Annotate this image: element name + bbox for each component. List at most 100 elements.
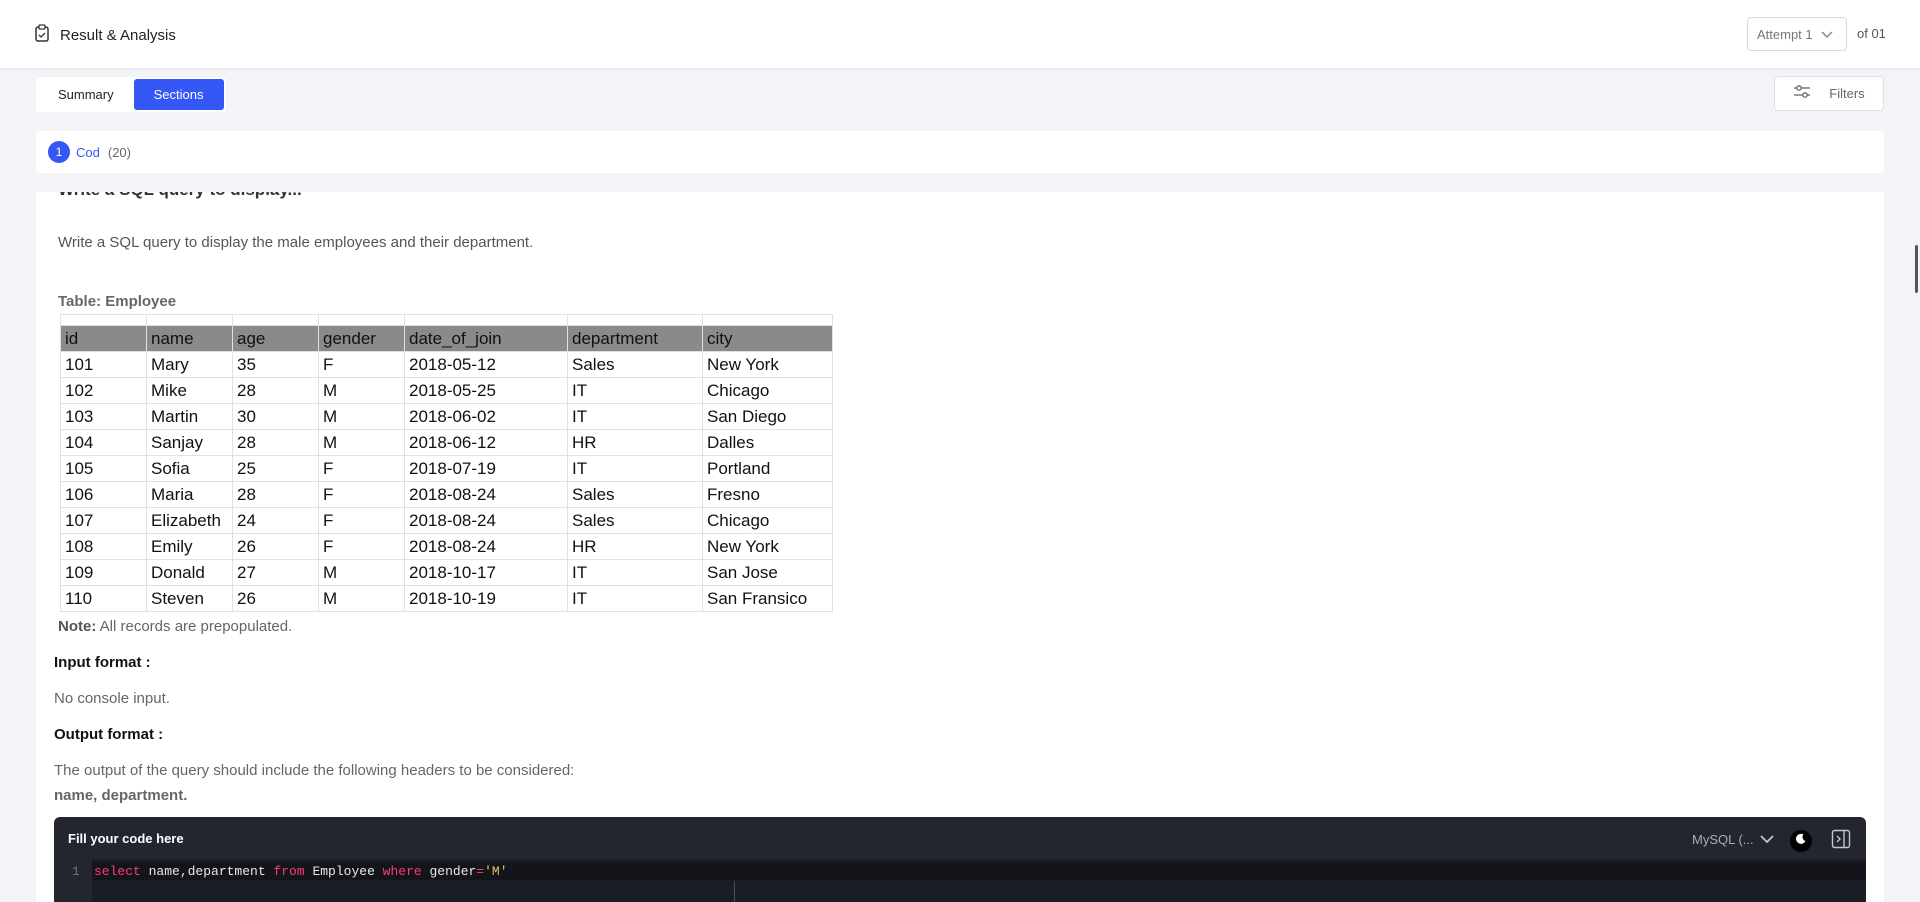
table-cell: F xyxy=(318,533,405,560)
section-number-badge: 1 xyxy=(48,141,70,163)
table-cell: IT xyxy=(567,455,703,482)
table-cell: Sales xyxy=(567,507,703,534)
table-row: 106 Maria 28 F 2018-08-24 Sales Fresno xyxy=(60,481,833,508)
input-format-text: No console input. xyxy=(54,690,170,707)
tab-sections[interactable]: Sections xyxy=(133,79,224,110)
editor-title: Fill your code here xyxy=(68,831,184,846)
table-cell: 26 xyxy=(232,533,319,560)
table-cell: 24 xyxy=(232,507,319,534)
editor-divider xyxy=(734,881,735,902)
table-cell: 105 xyxy=(60,455,147,482)
table-cell: M xyxy=(318,585,405,612)
section-count: (20) xyxy=(107,144,131,160)
code-editor: Fill your code here MySQL (... 1 select … xyxy=(54,817,1866,902)
page-scrollbar[interactable] xyxy=(1915,245,1918,293)
table-cell: F xyxy=(318,351,405,378)
table-cell: Portland xyxy=(702,455,833,482)
output-headers: name, department. xyxy=(54,787,188,804)
table-cell: 28 xyxy=(232,377,319,404)
table-cell: Sofia xyxy=(146,455,233,482)
language-label: MySQL (... xyxy=(1692,832,1754,847)
attempt-select[interactable]: Attempt 1 xyxy=(1747,17,1847,51)
table-row: 103 Martin 30 M 2018-06-02 IT San Diego xyxy=(60,403,833,430)
table-cell: IT xyxy=(567,559,703,586)
tab-summary[interactable]: Summary xyxy=(38,79,134,110)
table-row: 107 Elizabeth 24 F 2018-08-24 Sales Chicago xyxy=(60,507,833,534)
table-cell: 28 xyxy=(232,481,319,508)
attempt-count: of 01 xyxy=(1857,26,1886,41)
language-select[interactable]: MySQL (... xyxy=(1692,832,1774,847)
column-header: gender xyxy=(318,325,405,352)
table-cell: HR xyxy=(567,429,703,456)
table-row: 108 Emily 26 F 2018-08-24 HR New York xyxy=(60,533,833,560)
theme-toggle-button[interactable] xyxy=(1790,830,1812,852)
table-cell: 35 xyxy=(232,351,319,378)
table-cell: 2018-08-24 xyxy=(404,507,568,534)
filters-button[interactable]: Filters xyxy=(1774,76,1884,111)
table-cell: New York xyxy=(702,533,833,560)
table-cell: 2018-05-25 xyxy=(404,377,568,404)
table-cell: 2018-08-24 xyxy=(404,481,568,508)
code-operator: = xyxy=(476,864,485,879)
attempt-select-label: Attempt 1 xyxy=(1757,26,1813,42)
top-bar: Result & Analysis Attempt 1 of 01 xyxy=(0,0,1920,68)
view-tabs: Summary Sections xyxy=(36,77,226,112)
chevron-down-icon xyxy=(1821,27,1833,42)
table-title: Table: Employee xyxy=(58,293,177,310)
table-cell: San Fransico xyxy=(702,585,833,612)
table-row: 104 Sanjay 28 M 2018-06-12 HR Dalles xyxy=(60,429,833,456)
table-cell: 2018-07-19 xyxy=(404,455,568,482)
table-cell: 2018-10-17 xyxy=(404,559,568,586)
code-keyword: where xyxy=(382,864,422,879)
table-cell: Chicago xyxy=(702,377,833,404)
table-cell: 28 xyxy=(232,429,319,456)
table-cell: 110 xyxy=(60,585,147,612)
table-header-row: id name age gender date_of_join departme… xyxy=(60,325,833,352)
table-cell: San Jose xyxy=(702,559,833,586)
table-row: 101 Mary 35 F 2018-05-12 Sales New York xyxy=(60,351,833,378)
output-format-text: The output of the query should include t… xyxy=(54,762,575,779)
table-cell: 2018-06-12 xyxy=(404,429,568,456)
table-cell: Emily xyxy=(146,533,233,560)
sliders-icon xyxy=(1793,85,1811,102)
filters-label: Filters xyxy=(1829,86,1865,101)
table-cell: Sanjay xyxy=(146,429,233,456)
code-line[interactable]: select name,department from Employee whe… xyxy=(94,864,508,879)
table-cell: Elizabeth xyxy=(146,507,233,534)
table-cell: 104 xyxy=(60,429,147,456)
column-header: city xyxy=(702,325,833,352)
table-cell: 30 xyxy=(232,403,319,430)
code-token: Employee xyxy=(304,864,383,879)
table-cell: Mary xyxy=(146,351,233,378)
column-header: age xyxy=(232,325,319,352)
clipboard-icon xyxy=(34,24,50,47)
section-link[interactable]: Cod xyxy=(76,145,100,160)
table-cell: Martin xyxy=(146,403,233,430)
table-cell: New York xyxy=(702,351,833,378)
code-token: name,department xyxy=(140,864,274,879)
toggle-panel-button[interactable] xyxy=(1830,829,1852,854)
table-cell: F xyxy=(318,455,405,482)
table-cell: M xyxy=(318,429,405,456)
table-cell: 102 xyxy=(60,377,147,404)
table-cell: 27 xyxy=(232,559,319,586)
table-cell: IT xyxy=(567,585,703,612)
table-cell: 101 xyxy=(60,351,147,378)
column-header: id xyxy=(60,325,147,352)
table-cell: 2018-05-12 xyxy=(404,351,568,378)
table-cell: Sales xyxy=(567,481,703,508)
table-cell: Fresno xyxy=(702,481,833,508)
line-number: 1 xyxy=(72,864,80,879)
sidebar-panel-icon xyxy=(1831,829,1851,854)
column-header: date_of_join xyxy=(404,325,568,352)
table-cell: HR xyxy=(567,533,703,560)
table-cell: M xyxy=(318,559,405,586)
table-cell: 108 xyxy=(60,533,147,560)
table-cell: M xyxy=(318,403,405,430)
code-area[interactable]: 1 select name,department from Employee w… xyxy=(54,859,1866,902)
table-cell: 2018-10-19 xyxy=(404,585,568,612)
table-cell: IT xyxy=(567,377,703,404)
table-cell: 106 xyxy=(60,481,147,508)
employee-table: id name age gender date_of_join departme… xyxy=(60,314,833,612)
table-cell: F xyxy=(318,481,405,508)
